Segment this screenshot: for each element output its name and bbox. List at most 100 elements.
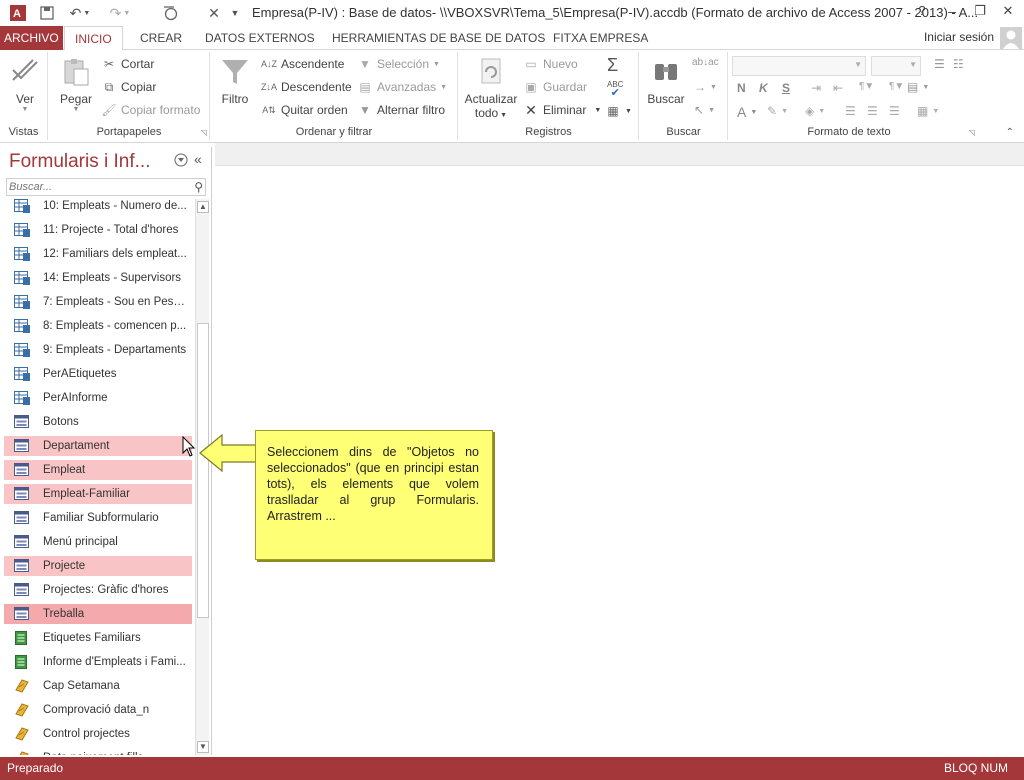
nav-list-item[interactable]: Projecte	[4, 556, 192, 576]
nav-list-item[interactable]: 10: Empleats - Numero de...	[4, 199, 192, 216]
nav-list-item[interactable]: 7: Empleats - Sou en Pess...	[4, 292, 192, 312]
alternate-row-color-button[interactable]: ▦ ▼	[917, 104, 939, 118]
collapse-ribbon-icon[interactable]: ⌃	[1006, 127, 1014, 138]
nav-list-item[interactable]: PerAInforme	[4, 388, 192, 408]
dialog-launcher-icon[interactable]: ◹	[969, 128, 975, 137]
nav-pane-title[interactable]: Formularis i Inf...	[9, 151, 150, 173]
copiar-formato-button[interactable]: 🖌 Copiar formato	[101, 103, 200, 117]
cortar-button[interactable]: ✂ Cortar	[101, 57, 154, 71]
quitar-orden-button[interactable]: A⇅ Quitar orden	[261, 103, 348, 117]
select-button[interactable]: ↖ ▼	[694, 103, 715, 117]
align-center-button[interactable]: ☰	[867, 104, 878, 118]
align-left-button[interactable]: ☰	[845, 104, 856, 118]
scroll-up-icon[interactable]: ▲	[197, 201, 209, 213]
paragraph-rtl-button[interactable]: ¶▼	[859, 81, 874, 92]
font-name-dropdown[interactable]: ▼	[732, 56, 866, 76]
totals-button[interactable]: Σ	[607, 55, 618, 76]
indent-increase-button[interactable]: ⇥	[811, 81, 821, 95]
alternar-filtro-button[interactable]: ▼ Alternar filtro	[357, 103, 445, 117]
nav-list-item[interactable]: 14: Empleats - Supervisors	[4, 268, 192, 288]
avatar[interactable]	[1000, 27, 1022, 49]
italic-button[interactable]: K	[759, 81, 768, 95]
nav-list-item[interactable]: Menú principal	[4, 532, 192, 552]
nav-list-item[interactable]: Data paixement fills	[4, 748, 192, 755]
numbering-button[interactable]: ☷	[953, 57, 964, 71]
more-records-button[interactable]: ▦ ▼	[605, 104, 632, 118]
help-button[interactable]: ?	[912, 3, 932, 21]
guardar-button[interactable]: ▣ Guardar	[523, 80, 587, 94]
seleccion-button[interactable]: ▼ Selección ▼	[357, 57, 440, 71]
sign-in-link[interactable]: Iniciar sesión	[924, 30, 994, 44]
access-app-icon[interactable]: A	[8, 4, 28, 22]
nav-list-item[interactable]: Familiar Subformulario	[4, 508, 192, 528]
pegar-button[interactable]: Pegar ▼	[55, 56, 97, 113]
touch-mode-icon[interactable]	[160, 4, 180, 22]
copiar-button[interactable]: ⧉ Copiar	[101, 80, 157, 94]
nav-list-item[interactable]: Cap Setamana	[4, 676, 192, 696]
form-object-icon	[14, 415, 30, 429]
close-document-icon[interactable]: ✕	[206, 4, 222, 22]
nav-list-item[interactable]: Empleat-Familiar	[4, 484, 192, 504]
font-size-dropdown[interactable]: ▼	[871, 56, 921, 76]
paragraph-ltr-button[interactable]: ¶▼	[889, 81, 904, 92]
replace-button[interactable]: ab↓ac	[692, 57, 719, 68]
align-left-icon: ☰	[845, 104, 856, 118]
spelling-button[interactable]: ABC ✔	[607, 80, 623, 99]
nav-list-item[interactable]: Empleat	[4, 460, 192, 480]
nav-list-item[interactable]: 11: Projecte - Total d'hores	[4, 220, 192, 240]
nav-list-item[interactable]: Projectes: Gràfic d'hores	[4, 580, 192, 600]
minimize-button[interactable]: –	[942, 3, 962, 21]
tab-archivo[interactable]: ARCHIVO	[0, 26, 63, 50]
font-color-button[interactable]: A ▼	[737, 104, 757, 120]
shutter-bar-close-icon[interactable]: «	[194, 151, 202, 167]
nav-list-item[interactable]: Control projectes	[4, 724, 192, 744]
nav-list-item[interactable]: Botons	[4, 412, 192, 432]
align-right-button[interactable]: ☰	[889, 104, 900, 118]
actualizar-todo-button[interactable]: Actualizar todo ▼	[463, 56, 519, 120]
nav-list-item[interactable]: 9: Empleats - Departaments	[4, 340, 192, 360]
filtro-button[interactable]: Filtro	[217, 56, 253, 106]
nav-list-item[interactable]: Informe d'Empleats i Fami...	[4, 652, 192, 672]
bullets-button[interactable]: ☰	[934, 57, 945, 71]
tab-crear[interactable]: CREAR	[130, 26, 192, 50]
nav-list-item[interactable]: Comprovació data_n	[4, 700, 192, 720]
goto-button[interactable]: → ▼	[694, 80, 717, 94]
bold-button[interactable]: N	[737, 81, 746, 95]
scroll-down-icon[interactable]: ▼	[197, 741, 209, 753]
tab-fitxa-empresa[interactable]: FITXA EMPRESA	[543, 26, 658, 50]
save-icon[interactable]	[38, 4, 56, 22]
nav-menu-icon[interactable]	[174, 153, 188, 170]
avanzadas-button[interactable]: ▤ Avanzadas ▼	[357, 80, 447, 94]
ascendente-button[interactable]: A↓Z Ascendente	[261, 57, 344, 71]
restore-button[interactable]: ❐	[970, 3, 990, 21]
query-object-icon	[14, 247, 30, 261]
descendente-button[interactable]: Z↓A Descendente	[261, 80, 352, 94]
ver-button[interactable]: Ver ▼	[6, 56, 44, 113]
gridlines-button[interactable]: ▤ ▼	[907, 80, 929, 94]
underline-button[interactable]: S	[782, 81, 790, 95]
nav-list-item[interactable]: Treballa	[4, 604, 192, 624]
nav-list-item[interactable]: Etiquetes Familiars	[4, 628, 192, 648]
highlight-button[interactable]: ✎ ▼	[767, 104, 788, 118]
tab-datos-externos[interactable]: DATOS EXTERNOS	[195, 26, 325, 50]
search-icon[interactable]: ⚲	[194, 180, 203, 194]
nav-list-item[interactable]: Departament	[4, 436, 192, 456]
nuevo-button[interactable]: ▭ Nuevo	[523, 57, 577, 71]
tab-inicio[interactable]: INICIO	[64, 26, 123, 51]
tab-herramientas[interactable]: HERRAMIENTAS DE BASE DE DATOS	[322, 26, 555, 50]
eliminar-button[interactable]: ✕ Eliminar ▼	[523, 103, 601, 117]
close-window-button[interactable]: ✕	[998, 3, 1018, 21]
quick-access-menu-icon[interactable]: ▼	[228, 4, 242, 22]
nav-list-item[interactable]: 8: Empleats - comencen p...	[4, 316, 192, 336]
indent-decrease-icon: ⇤	[833, 81, 844, 95]
fill-color-button[interactable]: ◈ ▼	[805, 104, 825, 118]
buscar-button[interactable]: Buscar	[644, 56, 688, 106]
redo-icon[interactable]: ↷ ▼	[106, 4, 134, 22]
search-input[interactable]	[7, 179, 185, 195]
nav-list-item[interactable]: PerAEtiquetes	[4, 364, 192, 384]
nav-list-item[interactable]: 12: Familiars dels empleat...	[4, 244, 192, 264]
dialog-launcher-icon[interactable]: ◹	[201, 128, 207, 137]
indent-decrease-button[interactable]: ⇤	[833, 81, 843, 95]
undo-icon[interactable]: ↶ ▼	[66, 4, 94, 22]
quitar-orden-label: Quitar orden	[281, 103, 348, 117]
